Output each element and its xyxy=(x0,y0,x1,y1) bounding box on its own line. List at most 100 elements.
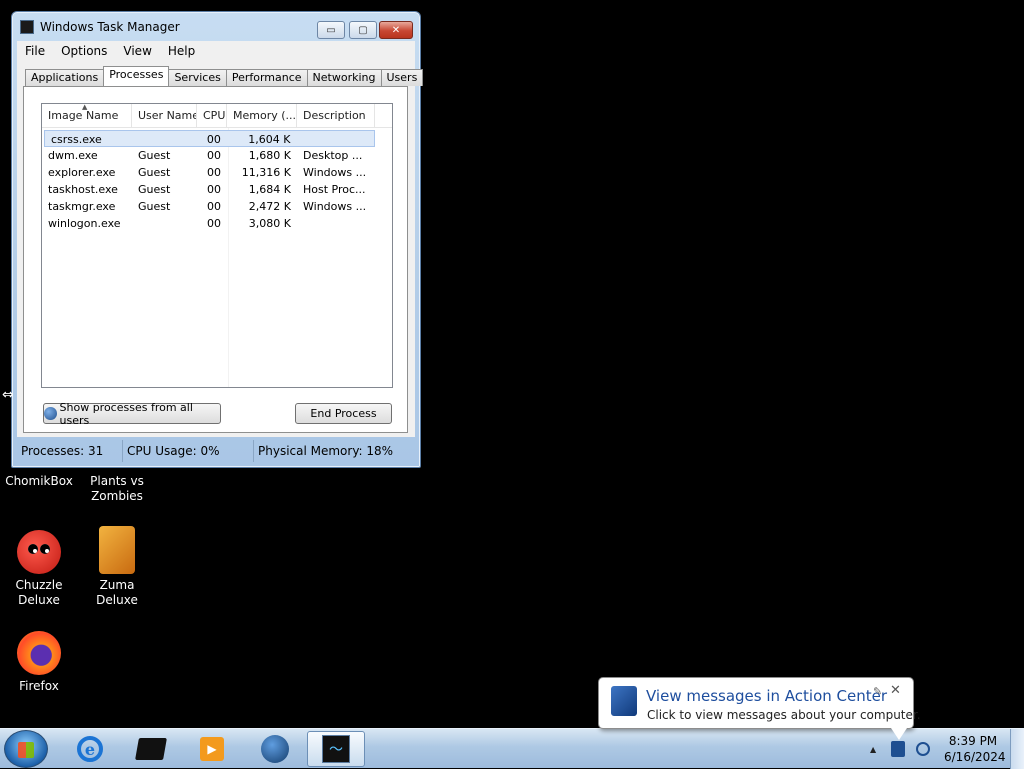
start-button[interactable] xyxy=(4,730,48,768)
taskbar-network-app[interactable] xyxy=(246,731,304,767)
menu-view[interactable]: View xyxy=(115,44,159,58)
column-header-user-name[interactable]: User Name xyxy=(132,104,197,128)
tab-users[interactable]: Users xyxy=(380,69,424,86)
cell-cpu: 00 xyxy=(207,149,221,162)
show-all-processes-button[interactable]: Show processes from all users xyxy=(43,400,221,427)
folder-icon xyxy=(135,738,167,760)
show-desktop-button[interactable] xyxy=(1010,729,1024,769)
task-manager-window[interactable]: Windows Task Manager ▭ ▢ ✕ File Options … xyxy=(11,11,424,468)
tab-services[interactable]: Services xyxy=(168,69,227,86)
column-header-memory[interactable]: Memory (... xyxy=(227,104,297,128)
tab-strip: Applications Processes Services Performa… xyxy=(25,66,424,86)
cell-description: Desktop ... xyxy=(303,149,363,162)
client-area: Applications Processes Services Performa… xyxy=(17,61,424,437)
taskbar-explorer[interactable] xyxy=(122,731,180,767)
chuzzle-icon xyxy=(17,530,61,574)
task-manager-icon: 〜 xyxy=(322,735,350,763)
zuma-icon xyxy=(99,526,135,574)
clock-time: 8:39 PM xyxy=(948,734,998,748)
cell-image-name: taskmgr.exe xyxy=(48,200,116,213)
close-button[interactable]: ✕ xyxy=(379,21,413,39)
table-row[interactable]: explorer.exe Guest 00 11,316 K Windows .… xyxy=(42,164,392,181)
tab-performance[interactable]: Performance xyxy=(225,69,308,86)
table-row[interactable]: taskmgr.exe Guest 00 2,472 K Windows ... xyxy=(42,198,392,215)
task-manager-icon xyxy=(20,20,34,34)
column-header-cpu[interactable]: CPU xyxy=(197,104,227,128)
cell-description xyxy=(296,131,374,146)
column-header-image-name[interactable]: ▲ Image Name xyxy=(42,104,132,128)
table-row[interactable]: taskhost.exe Guest 00 1,684 K Host Proc.… xyxy=(42,181,392,198)
cell-cpu: 00 xyxy=(207,183,221,196)
cell-description: Host Proc... xyxy=(303,183,366,196)
action-center-notification[interactable]: View messages in Action Center Click to … xyxy=(598,677,921,740)
clock-date: 6/16/2024 xyxy=(944,750,1006,764)
firefox-icon xyxy=(17,631,61,675)
cell-description xyxy=(297,215,375,232)
end-process-button[interactable]: End Process xyxy=(295,403,392,424)
cell-memory: 11,316 K xyxy=(241,166,291,179)
desktop-icon-label: Firefox xyxy=(19,679,59,693)
cell-user-name: Guest xyxy=(138,183,171,196)
cell-user-name: Guest xyxy=(138,166,171,179)
desktop-icon-zuma-deluxe[interactable]: Zuma Deluxe xyxy=(77,526,157,608)
menu-file[interactable]: File xyxy=(17,44,53,58)
cell-user-name xyxy=(132,131,197,146)
desktop-icon-plants-vs-zombies[interactable]: Plants vs Zombies xyxy=(79,474,155,504)
cell-cpu: 00 xyxy=(207,217,221,230)
cell-image-name: explorer.exe xyxy=(48,166,116,179)
network-icon[interactable] xyxy=(916,729,932,769)
cell-cpu: 00 xyxy=(207,166,221,179)
taskbar-internet-explorer[interactable]: e xyxy=(61,731,119,767)
clock[interactable]: 8:39 PM 6/16/2024 xyxy=(944,733,1006,765)
desktop-icon-label: Plants vs Zombies xyxy=(90,474,144,503)
column-header-description[interactable]: Description xyxy=(297,104,375,128)
cell-user-name: Guest xyxy=(138,149,171,162)
process-rows: csrss.exe 00 1,604 K dwm.exe Guest 00 1,… xyxy=(42,130,392,232)
cell-image-name: dwm.exe xyxy=(48,149,98,162)
globe-icon xyxy=(261,735,289,763)
menu-help[interactable]: Help xyxy=(160,44,203,58)
window-title: Windows Task Manager xyxy=(40,20,180,34)
cell-user-name: Guest xyxy=(138,200,171,213)
desktop-icon-label: ChomikBox xyxy=(5,474,73,488)
uac-shield-icon xyxy=(44,407,57,420)
media-player-icon: ▶ xyxy=(200,737,224,761)
minimize-button[interactable]: ▭ xyxy=(317,21,345,39)
desktop-icon-label: Chuzzle Deluxe xyxy=(15,578,63,607)
list-header: ▲ Image Name User Name CPU Memory (... D… xyxy=(42,104,392,128)
cell-memory: 2,472 K xyxy=(248,200,291,213)
cell-image-name: csrss.exe xyxy=(51,133,102,146)
tab-networking[interactable]: Networking xyxy=(306,69,382,86)
sort-ascending-icon: ▲ xyxy=(82,104,88,111)
notification-close-button[interactable]: ✕ xyxy=(890,683,901,698)
button-label: Show processes from all users xyxy=(59,400,193,427)
table-row[interactable]: csrss.exe 00 1,604 K xyxy=(44,130,375,147)
tab-applications[interactable]: Applications xyxy=(25,69,105,86)
table-row[interactable]: winlogon.exe 00 3,080 K xyxy=(42,215,392,232)
action-center-flag-icon xyxy=(611,686,637,716)
desktop-icon-chuzzle-deluxe[interactable]: Chuzzle Deluxe xyxy=(1,530,77,608)
cell-image-name: winlogon.exe xyxy=(48,217,121,230)
processes-panel: ▲ Image Name User Name CPU Memory (... D… xyxy=(23,86,408,433)
desktop-icon-chomikbox[interactable]: ChomikBox xyxy=(1,474,77,489)
cell-cpu: 00 xyxy=(206,133,221,146)
cell-image-name: taskhost.exe xyxy=(48,183,118,196)
cell-memory: 1,604 K xyxy=(248,133,291,146)
taskbar-task-manager[interactable]: 〜 xyxy=(307,731,365,767)
cell-cpu: 00 xyxy=(207,200,221,213)
cell-memory: 1,684 K xyxy=(248,183,291,196)
notification-text: Click to view messages about your comput… xyxy=(647,708,921,722)
show-hidden-icons-chevron-icon[interactable]: ▲ xyxy=(870,729,876,769)
notification-options-icon[interactable]: ✎ xyxy=(873,685,882,698)
menu-options[interactable]: Options xyxy=(53,44,115,58)
process-list[interactable]: ▲ Image Name User Name CPU Memory (... D… xyxy=(41,103,393,388)
title-bar[interactable]: Windows Task Manager xyxy=(20,18,180,36)
maximize-button[interactable]: ▢ xyxy=(349,21,377,39)
desktop-icon-firefox[interactable]: Firefox xyxy=(1,631,77,694)
internet-explorer-icon: e xyxy=(77,736,103,762)
table-row[interactable]: dwm.exe Guest 00 1,680 K Desktop ... xyxy=(42,147,392,164)
cell-description: Windows ... xyxy=(303,200,367,213)
tab-processes[interactable]: Processes xyxy=(103,66,170,86)
desktop-icon-label: Zuma Deluxe xyxy=(96,578,138,607)
taskbar-media-player[interactable]: ▶ xyxy=(183,731,241,767)
